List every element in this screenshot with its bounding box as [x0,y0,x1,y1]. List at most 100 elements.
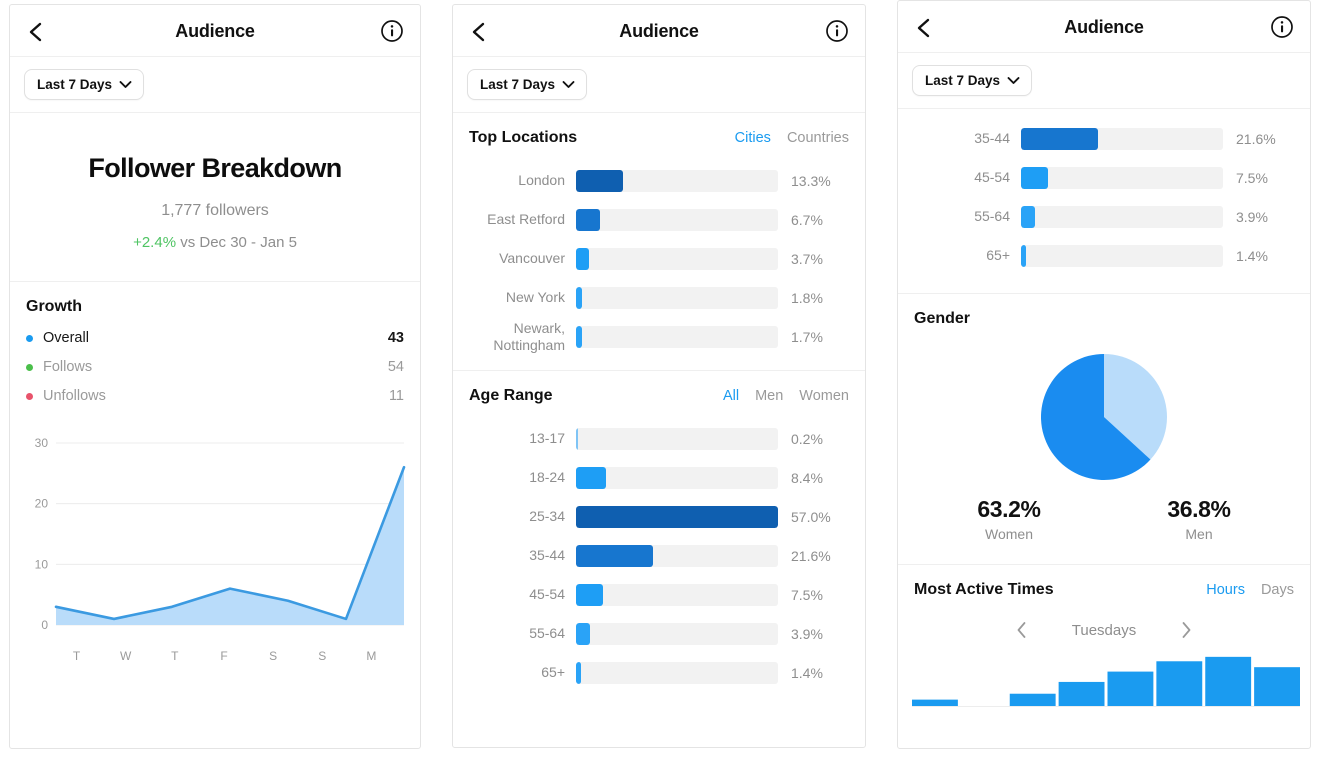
back-button[interactable] [469,21,489,42]
gender-body: 63.2% Women 36.8% Men [898,340,1310,564]
bar-label: 45-54 [974,169,1010,186]
bar-label: Newark, Nottingham [493,320,565,353]
bar-track [576,247,778,270]
x-tick-label: F [220,649,228,663]
panel2-filter-row: Last 7 Days [453,57,865,113]
day-navigator: Tuesdays [898,611,1310,645]
page-title: Audience [1064,16,1144,37]
bar-value: 21.6% [791,547,831,564]
back-button[interactable] [914,17,934,38]
date-range-selector[interactable]: Last 7 Days [24,69,145,100]
bar-fill [1021,127,1098,150]
bar-label: 55-64 [974,208,1010,225]
bar-label: 35-44 [529,547,565,564]
hour-bar [1009,693,1056,707]
bar-value: 1.4% [791,664,823,681]
top-locations-title: Top Locations [469,129,578,146]
gender-header: Gender [898,294,1310,340]
page-title: Audience [619,20,699,41]
tab-countries[interactable]: Countries [787,130,849,146]
growth-row-follows[interactable]: Follows 54 [26,359,404,375]
age-range-partial-bar-list: 35-44 21.6% 45-54 7.5% 55-64 3.9% 65+ 1.4% [898,109,1310,293]
bar-label: London [518,172,565,189]
bar-fill [1021,166,1048,189]
svg-text:0: 0 [41,618,48,632]
day-navigator-label: Tuesdays [1071,621,1137,639]
page-title: Audience [175,20,255,41]
info-circle-icon[interactable] [825,19,849,43]
tab-days[interactable]: Days [1261,582,1294,598]
svg-text:30: 30 [35,436,49,450]
growth-label-follows: Follows [43,359,93,375]
age-bar-row: 35-44 21.6% [469,536,849,575]
gender-pie-chart [1041,354,1167,480]
growth-chart-x-axis: TWTFSSM [52,649,396,663]
most-active-times-bar-chart [898,645,1310,707]
date-range-label: Last 7 Days [925,73,1001,88]
tab-men[interactable]: Men [755,388,783,404]
bar-track [576,427,778,450]
tab-hours[interactable]: Hours [1206,582,1245,598]
legend-dot-follows [26,363,33,371]
bar-track [576,583,778,606]
panel1-header: Audience [10,5,420,57]
panel3-filter-row: Last 7 Days [898,53,1310,109]
follower-delta-period: vs Dec 30 - Jan 5 [176,234,297,251]
bar-value: 3.9% [791,625,823,642]
growth-row-overall[interactable]: Overall 43 [26,330,404,346]
hour-bar [1107,671,1154,707]
bar-value: 21.6% [1236,130,1276,147]
tab-women[interactable]: Women [799,388,849,404]
age-bar-row: 35-44 21.6% [914,119,1294,158]
bar-track [576,622,778,645]
most-active-times-tabs: Hours Days [1206,582,1294,598]
date-range-selector[interactable]: Last 7 Days [467,69,588,100]
tab-all[interactable]: All [723,388,739,404]
hour-bar [1254,667,1300,707]
date-range-selector[interactable]: Last 7 Days [912,65,1033,96]
bar-fill [576,208,600,231]
age-bar-row: 45-54 7.5% [469,575,849,614]
gender-men-pct: 36.8% [1167,496,1231,522]
gender-stats: 63.2% Women 36.8% Men [914,496,1294,542]
age-range-bar-list: 13-17 0.2% 18-24 8.4% 25-34 57.0% 35-44 21.6% 45… [453,417,865,706]
back-button[interactable] [26,21,46,42]
location-bar-row: London 13.3% [469,161,849,200]
chevron-down-icon [119,81,132,88]
audience-panel-3: Audience Last 7 Days 35-44 21.6% 45-54 7.5%… [897,0,1311,749]
growth-row-unfollows[interactable]: Unfollows 11 [26,388,404,404]
tab-cities[interactable]: Cities [735,130,771,146]
age-range-tabs: All Men Women [723,388,849,404]
chevron-left-icon[interactable] [1016,621,1028,639]
info-circle-icon[interactable] [380,19,404,43]
gender-women-pct: 63.2% [977,496,1041,522]
most-active-times-title: Most Active Times [914,581,1054,598]
svg-text:10: 10 [35,557,49,571]
bar-fill [576,169,624,192]
follower-count: 1,777 followers [161,202,269,219]
bar-fill [576,427,579,450]
age-range-title: Age Range [469,387,553,404]
x-tick-label: T [171,649,179,663]
bar-label: 18-24 [529,469,565,486]
bar-track [576,661,778,684]
bar-fill [576,466,606,489]
panel3-header: Audience [898,1,1310,53]
age-bar-row: 55-64 3.9% [914,197,1294,236]
bar-label: 13-17 [529,430,565,447]
top-locations-bar-list: London 13.3% East Retford 6.7% Vancouver 3.7%… [453,159,865,370]
age-range-section: Age Range All Men Women 13-17 0.2% 18-24 8.… [453,371,865,706]
info-circle-icon[interactable] [1270,15,1294,39]
x-tick-label: M [366,649,377,663]
chevron-right-icon[interactable] [1180,621,1192,639]
gender-stat-men: 36.8% Men [1167,496,1231,542]
bar-value: 3.7% [791,250,823,267]
bar-value: 13.3% [791,172,831,189]
follower-delta: +2.4% vs Dec 30 - Jan 5 [26,234,404,251]
location-bar-row: Vancouver 3.7% [469,239,849,278]
bar-track [576,169,778,192]
follower-breakdown-title: Follower Breakdown [88,153,342,183]
age-bar-row: 25-34 57.0% [469,497,849,536]
bar-value: 57.0% [791,508,831,525]
bar-fill [576,286,583,309]
